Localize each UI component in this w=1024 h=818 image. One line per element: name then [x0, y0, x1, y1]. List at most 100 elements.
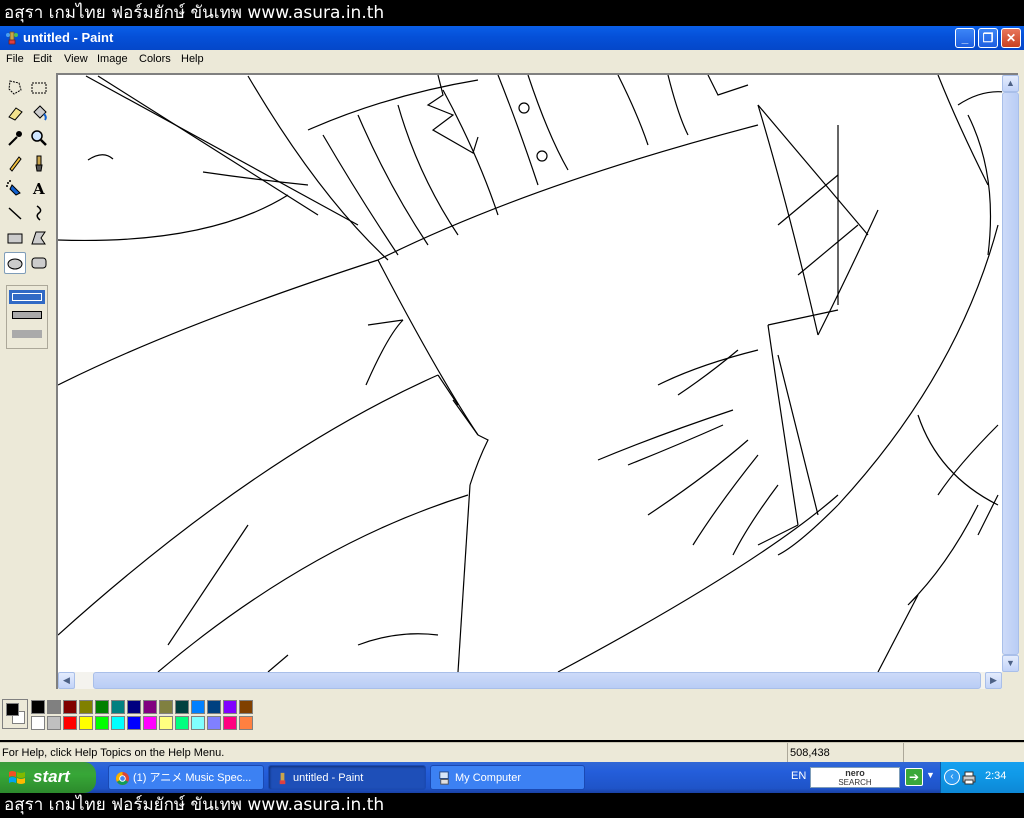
cursor-coordinates: 508,438	[787, 743, 903, 763]
color-swatch[interactable]	[111, 700, 125, 714]
color-swatch[interactable]	[175, 700, 189, 714]
scroll-down-button[interactable]: ▼	[1002, 655, 1019, 672]
nero-search-box[interactable]: nero SEARCH	[810, 767, 900, 788]
color-swatch[interactable]	[191, 716, 205, 730]
curve-tool[interactable]	[28, 202, 50, 224]
title-bar[interactable]: untitled - Paint _ ❐ ✕	[0, 26, 1024, 50]
chrome-icon	[115, 771, 130, 786]
fill-tool[interactable]	[28, 102, 50, 124]
task-chrome[interactable]: (1) アニメ Music Spec...	[108, 765, 264, 790]
text-tool-glyph: A	[32, 180, 45, 198]
color-swatch[interactable]	[79, 700, 93, 714]
scroll-up-button[interactable]: ▲	[1002, 75, 1019, 92]
menu-colors[interactable]: Colors	[139, 53, 171, 65]
color-swatch[interactable]	[47, 716, 61, 730]
color-swatch[interactable]	[79, 716, 93, 730]
pick-color-tool[interactable]	[4, 127, 26, 149]
color-swatch[interactable]	[63, 716, 77, 730]
menu-view[interactable]: View	[64, 53, 88, 65]
minimize-button[interactable]: _	[955, 28, 975, 48]
status-selection-size	[903, 743, 1024, 763]
polygon-icon	[31, 231, 46, 245]
color-swatch[interactable]	[239, 700, 253, 714]
brush-tool[interactable]	[28, 152, 50, 174]
color-swatch[interactable]	[207, 700, 221, 714]
windows-flag-icon	[9, 771, 25, 784]
polygon-tool[interactable]	[28, 227, 50, 249]
task-my-computer[interactable]: My Computer	[430, 765, 585, 790]
eraser-tool[interactable]	[4, 102, 26, 124]
rounded-rectangle-tool[interactable]	[28, 252, 50, 274]
start-button[interactable]: start	[0, 762, 96, 793]
bottom-banner: อสุรา เกมไทย ฟอร์มยักษ์ ขันเทพ www.asura…	[0, 793, 1024, 818]
color-swatch[interactable]	[143, 700, 157, 714]
color-swatch[interactable]	[95, 700, 109, 714]
line-tool[interactable]	[4, 202, 26, 224]
color-swatch[interactable]	[47, 700, 61, 714]
horizontal-scrollbar[interactable]: ◀ ▶	[58, 672, 1002, 689]
airbrush-tool[interactable]	[4, 177, 26, 199]
magnifier-icon	[31, 130, 47, 146]
menu-edit[interactable]: Edit	[33, 53, 52, 65]
start-label: start	[33, 767, 70, 786]
menu-help[interactable]: Help	[181, 53, 204, 65]
color-swatch[interactable]	[223, 716, 237, 730]
color-swatch[interactable]	[31, 716, 45, 730]
fill-style-outline-fill[interactable]	[12, 311, 42, 319]
line-icon	[8, 207, 22, 220]
close-button[interactable]: ✕	[1001, 28, 1021, 48]
color-swatch[interactable]	[95, 716, 109, 730]
color-swatch[interactable]	[223, 700, 237, 714]
scroll-right-button[interactable]: ▶	[985, 672, 1002, 689]
color-swatch[interactable]	[127, 700, 141, 714]
color-swatch[interactable]	[207, 716, 221, 730]
nero-dropdown-icon[interactable]: ▼	[926, 770, 935, 780]
fill-style-fill[interactable]	[12, 330, 42, 338]
rectangle-tool[interactable]	[4, 227, 26, 249]
taskbar: start (1) アニメ Music Spec... untitled - P…	[0, 762, 1024, 793]
clock[interactable]: 2:34	[985, 770, 1006, 782]
rect-select-icon	[31, 82, 47, 94]
ellipse-tool[interactable]	[4, 252, 26, 274]
color-swatch[interactable]	[159, 716, 173, 730]
color-swatch[interactable]	[143, 716, 157, 730]
drawing-canvas[interactable]	[58, 75, 1002, 672]
scroll-left-button[interactable]: ◀	[58, 672, 75, 689]
magnifier-tool[interactable]	[28, 127, 50, 149]
rect-select-tool[interactable]	[28, 77, 50, 99]
nero-go-button[interactable]: ➔	[905, 768, 923, 786]
text-tool[interactable]: A	[28, 177, 50, 199]
rectangle-icon	[7, 233, 23, 244]
task-label: My Computer	[455, 772, 522, 784]
task-paint[interactable]: untitled - Paint	[268, 765, 426, 790]
horizontal-scroll-thumb[interactable]	[93, 672, 981, 689]
color-swatch[interactable]	[159, 700, 173, 714]
fill-style-outline[interactable]	[9, 290, 45, 304]
color-swatch[interactable]	[191, 700, 205, 714]
pencil-tool[interactable]	[4, 152, 26, 174]
menu-file[interactable]: File	[6, 53, 24, 65]
current-colors[interactable]	[2, 699, 28, 729]
foreground-color-swatch[interactable]	[6, 703, 19, 716]
task-label: (1) アニメ Music Spec...	[133, 772, 252, 784]
sketch-drawing	[58, 75, 1002, 672]
free-form-select-tool[interactable]	[4, 77, 26, 99]
my-computer-icon	[439, 771, 449, 785]
color-swatch[interactable]	[31, 700, 45, 714]
vertical-scroll-thumb[interactable]	[1002, 92, 1019, 655]
color-swatch[interactable]	[175, 716, 189, 730]
airbrush-icon	[6, 180, 21, 196]
menu-image[interactable]: Image	[97, 53, 128, 65]
maximize-button[interactable]: ❐	[978, 28, 998, 48]
vertical-scrollbar[interactable]: ▲ ▼	[1002, 75, 1019, 672]
status-help-text: For Help, click Help Topics on the Help …	[2, 747, 225, 759]
curve-icon	[36, 205, 42, 221]
color-swatch[interactable]	[239, 716, 253, 730]
color-swatch[interactable]	[111, 716, 125, 730]
language-indicator[interactable]: EN	[791, 770, 806, 782]
window-title: untitled - Paint	[23, 30, 114, 45]
color-swatch[interactable]	[127, 716, 141, 730]
color-swatch[interactable]	[63, 700, 77, 714]
printer-icon[interactable]	[961, 770, 977, 786]
tray-expand-icon[interactable]: ‹	[944, 769, 960, 785]
